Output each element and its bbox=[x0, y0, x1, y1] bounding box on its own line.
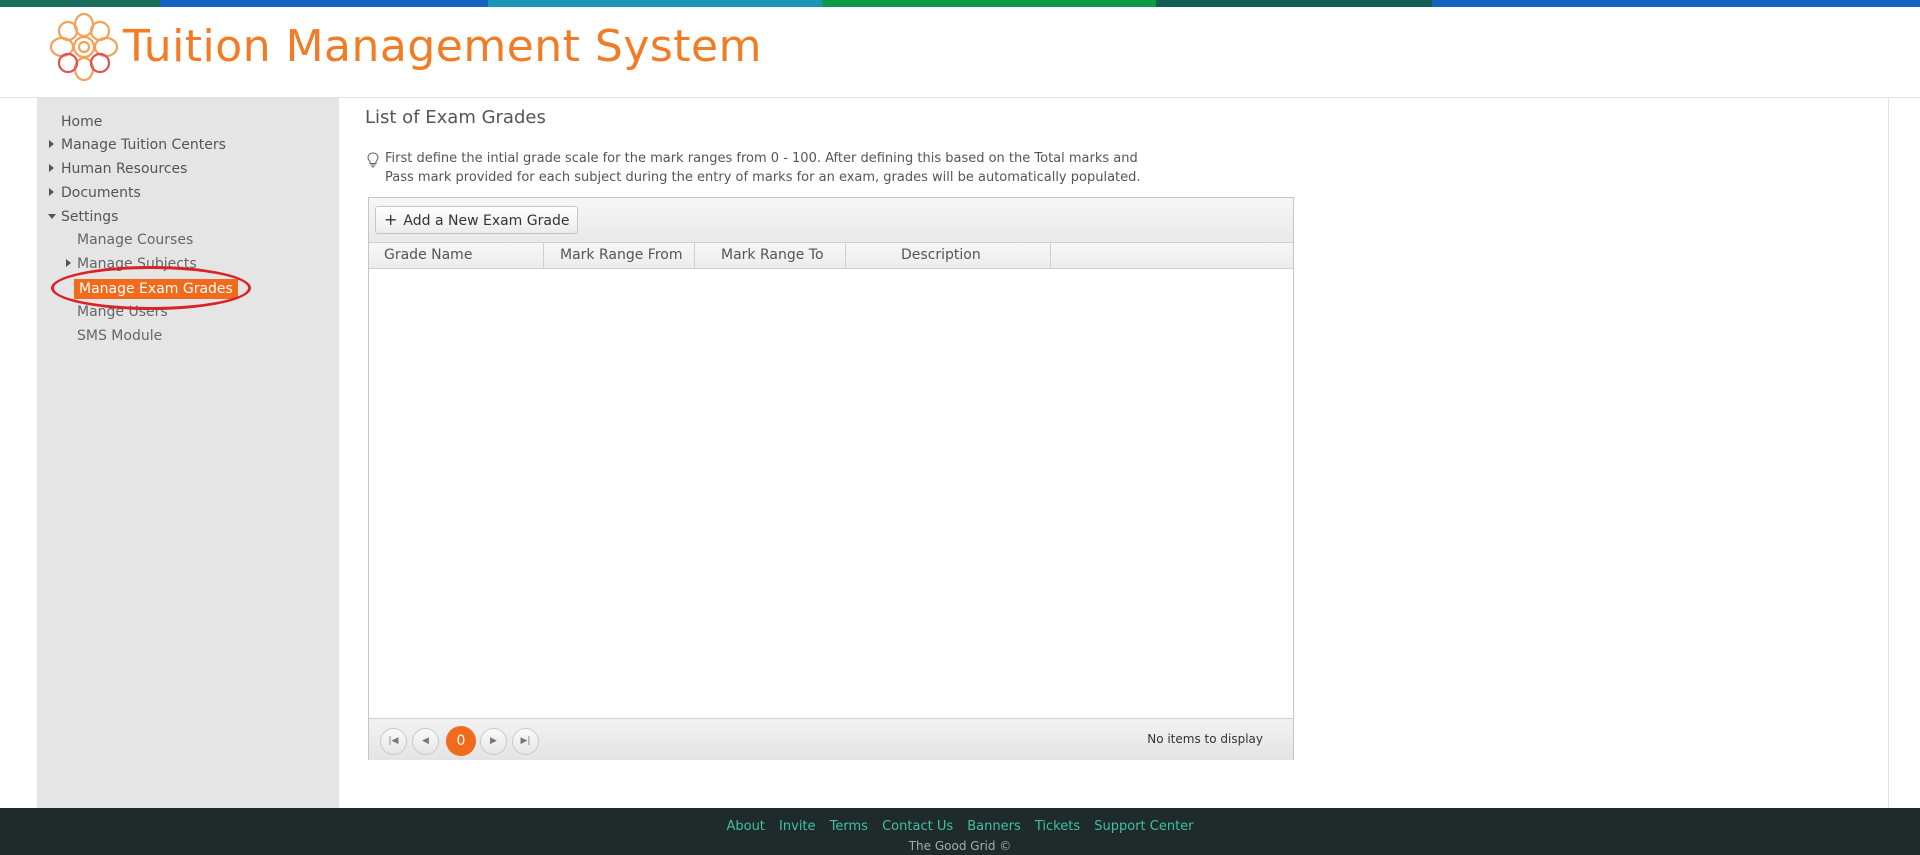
page-title: List of Exam Grades bbox=[365, 107, 546, 128]
next-page-icon[interactable]: ▶ bbox=[480, 728, 507, 755]
flower-logo-icon bbox=[49, 12, 119, 82]
caret-right-icon bbox=[66, 259, 71, 267]
sidebar-item-sms-module[interactable]: SMS Module bbox=[77, 328, 162, 344]
add-exam-grade-label: Add a New Exam Grade bbox=[403, 213, 570, 229]
first-page-icon[interactable]: |◀ bbox=[380, 728, 407, 755]
caret-right-icon bbox=[49, 164, 54, 172]
current-page-button[interactable]: 0 bbox=[446, 726, 476, 756]
footer-link-terms[interactable]: Terms bbox=[830, 819, 868, 834]
top-stripe-segment bbox=[488, 0, 822, 7]
column-header-description[interactable]: Description bbox=[846, 243, 1051, 268]
grid-header: Grade Name Mark Range From Mark Range To… bbox=[369, 243, 1293, 269]
sidebar-item-documents[interactable]: Documents bbox=[61, 185, 141, 201]
column-header-mark-range-to[interactable]: Mark Range To bbox=[695, 243, 846, 268]
pager-info: No items to display bbox=[1147, 732, 1263, 746]
footer-link-invite[interactable]: Invite bbox=[779, 819, 815, 834]
top-color-stripe bbox=[0, 0, 1920, 7]
sidebar-item-label: Settings bbox=[61, 209, 119, 225]
grid-toolbar: + Add a New Exam Grade bbox=[369, 198, 1293, 243]
plus-icon: + bbox=[384, 210, 398, 229]
highlight-annotation-oval bbox=[51, 266, 251, 310]
sidebar-item-human-resources[interactable]: Human Resources bbox=[61, 161, 187, 177]
sidebar bbox=[37, 98, 339, 808]
content-border bbox=[1888, 98, 1889, 808]
lightbulb-icon bbox=[367, 152, 379, 168]
sidebar-item-home[interactable]: Home bbox=[61, 114, 102, 130]
exam-grades-grid: + Add a New Exam Grade Grade Name Mark Ra… bbox=[368, 197, 1294, 760]
sidebar-item-label: Home bbox=[61, 114, 103, 130]
sidebar-item-label: Documents bbox=[61, 185, 141, 201]
last-page-icon[interactable]: ▶| bbox=[512, 728, 539, 755]
caret-right-icon bbox=[49, 188, 54, 196]
column-header-grade-name[interactable]: Grade Name bbox=[369, 243, 544, 268]
caret-down-icon bbox=[48, 214, 56, 219]
footer-link-contact-us[interactable]: Contact Us bbox=[882, 819, 953, 834]
sidebar-item-label: Human Resources bbox=[61, 161, 188, 177]
prev-page-icon[interactable]: ◀ bbox=[412, 728, 439, 755]
sidebar-item-label: Manage Courses bbox=[77, 232, 194, 248]
footer-link-tickets[interactable]: Tickets bbox=[1035, 819, 1080, 834]
grid-pager: |◀ ◀ 0 ▶ ▶| No items to display bbox=[369, 718, 1293, 760]
footer-link-banners[interactable]: Banners bbox=[967, 819, 1020, 834]
sidebar-item-manage-tuition-centers[interactable]: Manage Tuition Centers bbox=[61, 137, 226, 153]
app-header: Tuition Management System bbox=[0, 7, 1920, 98]
top-stripe-segment bbox=[822, 0, 1156, 7]
top-stripe-segment bbox=[0, 0, 160, 7]
footer-links: About Invite Terms Contact Us Banners Ti… bbox=[0, 819, 1920, 834]
app-title: Tuition Management System bbox=[123, 21, 762, 72]
sidebar-item-settings[interactable]: Settings bbox=[61, 209, 118, 225]
top-stripe-segment bbox=[1156, 0, 1432, 7]
site-footer: About Invite Terms Contact Us Banners Ti… bbox=[0, 808, 1920, 855]
top-stripe-segment bbox=[160, 0, 488, 7]
add-exam-grade-button[interactable]: + Add a New Exam Grade bbox=[375, 206, 579, 234]
footer-link-support-center[interactable]: Support Center bbox=[1094, 819, 1193, 834]
hint-text: First define the intial grade scale for … bbox=[385, 151, 1141, 185]
caret-right-icon bbox=[49, 140, 54, 148]
top-stripe-segment bbox=[1432, 0, 1920, 7]
footer-link-about[interactable]: About bbox=[726, 819, 764, 834]
grid-body bbox=[369, 269, 1293, 718]
sidebar-item-label: SMS Module bbox=[77, 328, 163, 344]
sidebar-item-manage-courses[interactable]: Manage Courses bbox=[77, 232, 193, 248]
sidebar-item-label: Manage Tuition Centers bbox=[61, 137, 226, 153]
column-header-mark-range-from[interactable]: Mark Range From bbox=[544, 243, 695, 268]
footer-copyright: The Good Grid © bbox=[908, 839, 1012, 853]
